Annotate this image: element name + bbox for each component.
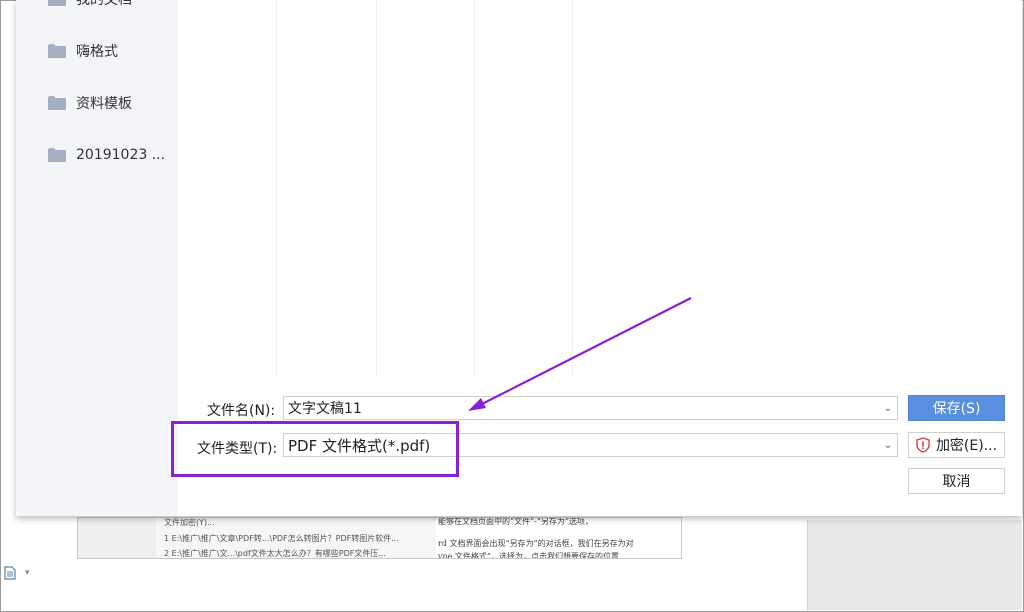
document-icon[interactable] [4, 566, 16, 583]
shield-icon [916, 437, 930, 453]
file-list-area[interactable] [178, 0, 1022, 376]
background-thumb-left [78, 518, 156, 558]
sidebar-item-label: 资料模板 [76, 96, 132, 112]
filetype-label: 文件类型(T): [197, 441, 278, 457]
folder-icon [48, 96, 66, 110]
sidebar-item-haigeshi[interactable]: 嗨格式 [48, 40, 118, 62]
folder-icon [48, 0, 66, 6]
encrypt-button-label: 加密(E)... [935, 438, 998, 454]
background-divider [807, 520, 808, 610]
background-document-thumbnail: 文件加密(Y)... 1 E:\推广\推广\文章\PDF转...\PDF怎么转图… [77, 517, 682, 559]
save-button[interactable]: 保存(S) [908, 395, 1005, 421]
folder-icon [48, 148, 66, 162]
chevron-down-icon[interactable]: ⌄ [879, 440, 897, 451]
background-document-text: 能够在文档页面中的“文件”-“另存为”选项， rd 文档界面会出现“另存为”的对… [436, 517, 681, 559]
recent-menu-line: 1 E:\推广\推广\文章\PDF转...\PDF怎么转图片？PDF转图片软件.… [164, 534, 399, 543]
filename-input[interactable]: 文字文稿11 ⌄ [283, 396, 898, 420]
doc-text-line: rd 文档界面会出现“另存为”的对话框，我们在另存为对 [438, 539, 634, 548]
sidebar-item-label: 20191023 ... [76, 147, 166, 163]
column-divider [376, 0, 377, 376]
column-divider [572, 0, 573, 376]
encrypt-button[interactable]: 加密(E)... [908, 432, 1005, 458]
background-gray-area [808, 520, 1022, 610]
sidebar-item-my-documents[interactable]: 我的文档 [48, 0, 132, 10]
doc-text-line: 能够在文档页面中的“文件”-“另存为”选项， [438, 517, 594, 526]
sidebar-item-label: 我的文档 [76, 0, 132, 8]
save-as-dialog: 我的文档 嗨格式 资料模板 20191023 ... 文件名(N): 文字文稿1… [16, 0, 1022, 516]
filetype-select[interactable]: PDF 文件格式(*.pdf) ⌄ [283, 433, 898, 457]
filetype-value: PDF 文件格式(*.pdf) [288, 436, 431, 455]
recent-menu-line: 文件加密(Y)... [164, 518, 215, 527]
folder-icon [48, 44, 66, 58]
column-divider [276, 0, 277, 376]
sidebar-item-templates[interactable]: 资料模板 [48, 92, 132, 114]
chevron-down-icon[interactable]: ▾ [25, 568, 30, 578]
location-sidebar: 我的文档 嗨格式 资料模板 20191023 ... [16, 0, 178, 516]
recent-menu-line: 2 E:\推广\推广\文...\pdf文件太大怎么办？有哪些PDF文件压... [164, 549, 386, 558]
cancel-button[interactable]: 取消 [908, 468, 1005, 494]
chevron-down-icon[interactable]: ⌄ [879, 403, 897, 414]
sidebar-item-label: 嗨格式 [76, 44, 118, 60]
filename-value: 文字文稿11 [288, 401, 362, 417]
filename-label: 文件名(N): [207, 403, 276, 419]
sidebar-item-20191023[interactable]: 20191023 ... [48, 144, 165, 166]
doc-text-line: ype 文件格式”，选择为，点击我们想要保存的位置 [438, 552, 620, 559]
column-divider [474, 0, 475, 376]
